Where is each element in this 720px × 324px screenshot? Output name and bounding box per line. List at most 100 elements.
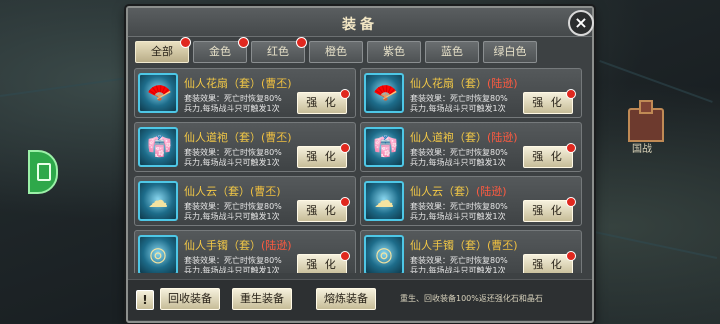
notification-dot — [340, 89, 350, 99]
item-description: 套装效果：死亡时恢复80% 兵力,每场战斗只可触发1次 — [184, 94, 294, 114]
equipment-card[interactable]: ☁ 仙人云（套）(陆逊) 套装效果：死亡时恢复80% 兵力,每场战斗只可触发1次强 化 — [360, 176, 582, 226]
equipment-card[interactable]: 👘 仙人道袍（套）(曹丕) 套装效果：死亡时恢复80% 兵力,每场战斗只可触发1次强 … — [134, 122, 356, 172]
notification-dot — [340, 143, 350, 153]
upgrade-button[interactable]: 强 化 — [297, 143, 350, 168]
desc-line: 兵力,每场战斗只可触发1次 — [184, 104, 280, 113]
notification-dot — [238, 37, 249, 48]
upgrade-button[interactable]: 强 化 — [523, 143, 576, 168]
item-owner: (曹丕) — [487, 239, 518, 252]
upgrade-button-label: 强 化 — [532, 150, 564, 163]
tab-label: 红色 — [267, 45, 289, 58]
item-name-text: 仙人花扇（套） — [410, 77, 487, 90]
item-glyph: 🪭 — [147, 80, 172, 104]
item-owner: (曹丕) — [250, 185, 281, 198]
notification-dot — [566, 197, 576, 207]
item-name: 仙人花扇（套）(曹丕) — [184, 75, 292, 91]
desc-line: 兵力,每场战斗只可触发1次 — [184, 158, 280, 167]
fan-icon[interactable]: 🪭 — [364, 73, 404, 113]
item-description: 套装效果：死亡时恢复80% 兵力,每场战斗只可触发1次 — [184, 256, 294, 273]
desc-line: 套装效果：死亡时恢复80% — [410, 202, 508, 211]
equipment-card[interactable]: ☁ 仙人云（套）(曹丕) 套装效果：死亡时恢复80% 兵力,每场战斗只可触发1次强 化 — [134, 176, 356, 226]
equipment-card[interactable]: 🪭 仙人花扇（套）(陆逊) 套装效果：死亡时恢复80% 兵力,每场战斗只可触发1次强 … — [360, 68, 582, 118]
notification-dot — [180, 37, 191, 48]
recycle-equipment-button[interactable]: 回收装备 — [160, 288, 220, 310]
tab-1[interactable]: 金色 — [193, 37, 249, 63]
desc-line: 套装效果：死亡时恢复80% — [410, 256, 508, 265]
upgrade-button[interactable]: 强 化 — [523, 251, 576, 273]
fan-icon[interactable]: 🪭 — [138, 73, 178, 113]
upgrade-button[interactable]: 强 化 — [297, 251, 350, 273]
info-button[interactable]: ! — [136, 290, 154, 310]
item-name: 仙人云（套）(陆逊) — [410, 183, 507, 199]
upgrade-button-label: 强 化 — [532, 204, 564, 217]
upgrade-button[interactable]: 强 化 — [297, 89, 350, 114]
bracelet-icon[interactable]: ◎ — [138, 235, 178, 273]
item-glyph: ☁ — [374, 188, 394, 212]
notification-dot — [296, 37, 307, 48]
bracelet-icon[interactable]: ◎ — [364, 235, 404, 273]
item-description: 套装效果：死亡时恢复80% 兵力,每场战斗只可触发1次 — [410, 148, 520, 168]
item-name: 仙人云（套）(曹丕) — [184, 183, 281, 199]
upgrade-button[interactable]: 强 化 — [297, 197, 350, 222]
bottom-action-bar: ! 回收装备 重生装备 熔炼装备 重生、回收装备100%返还强化石和晶石 — [128, 279, 592, 320]
item-description: 套装效果：死亡时恢复80% 兵力,每场战斗只可触发1次 — [410, 94, 520, 114]
item-description: 套装效果：死亡时恢复80% 兵力,每场战斗只可触发1次 — [184, 202, 294, 222]
equipment-panel: 装备 全部 金色 红色 橙色 紫色 蓝色 绿白色 🪭 仙人花扇（套）(曹丕) 套装效果：死亡时恢… — [126, 6, 594, 323]
equipment-card[interactable]: ◎ 仙人手镯（套）(陆逊) 套装效果：死亡时恢复80% 兵力,每场战斗只可触发1次强 … — [134, 230, 356, 273]
item-owner: (陆逊) — [487, 77, 518, 90]
notification-dot — [340, 197, 350, 207]
item-owner: (曹丕) — [261, 77, 292, 90]
notification-dot — [340, 251, 350, 261]
item-glyph: ☁ — [148, 188, 168, 212]
tab-4[interactable]: 紫色 — [367, 41, 421, 63]
cloud-icon[interactable]: ☁ — [138, 181, 178, 221]
notification-dot — [566, 89, 576, 99]
tab-6[interactable]: 绿白色 — [483, 41, 537, 63]
panel-title: 装备 — [342, 17, 378, 33]
equipment-card[interactable]: 👘 仙人道袍（套）(陆逊) 套装效果：死亡时恢复80% 兵力,每场战斗只可触发1次强 … — [360, 122, 582, 172]
robe-icon[interactable]: 👘 — [364, 127, 404, 167]
item-glyph: ◎ — [149, 242, 167, 266]
smelt-equipment-button[interactable]: 熔炼装备 — [316, 288, 376, 310]
upgrade-button[interactable]: 强 化 — [523, 89, 576, 114]
item-name-text: 仙人道袍（套） — [410, 131, 487, 144]
item-name-text: 仙人手镯（套） — [184, 239, 261, 252]
close-button[interactable]: × — [568, 10, 594, 36]
notification-dot — [566, 251, 576, 261]
item-glyph: 👘 — [147, 134, 172, 158]
tab-5[interactable]: 蓝色 — [425, 41, 479, 63]
notification-dot — [566, 143, 576, 153]
desc-line: 兵力,每场战斗只可触发1次 — [410, 158, 506, 167]
quality-tabs: 全部 金色 红色 橙色 紫色 蓝色 绿白色 — [135, 37, 537, 63]
item-glyph: 🪭 — [373, 80, 398, 104]
hint-text: 重生、回收装备100%返还强化石和晶石 — [400, 294, 543, 303]
equipment-card[interactable]: ◎ 仙人手镯（套）(曹丕) 套装效果：死亡时恢复80% 兵力,每场战斗只可触发1次强 … — [360, 230, 582, 273]
upgrade-button-label: 强 化 — [532, 258, 564, 271]
tab-label: 紫色 — [383, 45, 405, 58]
rebirth-equipment-button[interactable]: 重生装备 — [232, 288, 292, 310]
item-glyph: 👘 — [373, 134, 398, 158]
item-description: 套装效果：死亡时恢复80% 兵力,每场战斗只可触发1次 — [410, 202, 520, 222]
cloud-icon[interactable]: ☁ — [364, 181, 404, 221]
national-war-city-icon[interactable] — [628, 100, 664, 142]
tab-3[interactable]: 橙色 — [309, 41, 363, 63]
tab-label: 金色 — [209, 45, 231, 58]
robe-icon[interactable]: 👘 — [138, 127, 178, 167]
item-name: 仙人花扇（套）(陆逊) — [410, 75, 518, 91]
item-name-text: 仙人云（套） — [184, 185, 250, 198]
item-description: 套装效果：死亡时恢复80% 兵力,每场战斗只可触发1次 — [184, 148, 294, 168]
tab-0[interactable]: 全部 — [135, 37, 191, 63]
item-description: 套装效果：死亡时恢复80% 兵力,每场战斗只可触发1次 — [410, 256, 520, 273]
tab-2[interactable]: 红色 — [251, 37, 307, 63]
item-name: 仙人手镯（套）(曹丕) — [410, 237, 518, 253]
item-name-text: 仙人道袍（套） — [184, 131, 261, 144]
upgrade-button[interactable]: 强 化 — [523, 197, 576, 222]
item-owner: (曹丕) — [261, 131, 292, 144]
desc-line: 兵力,每场战斗只可触发1次 — [410, 212, 506, 221]
upgrade-button-label: 强 化 — [306, 96, 338, 109]
upgrade-button-label: 强 化 — [306, 204, 338, 217]
title-bar: 装备 — [128, 8, 592, 37]
item-owner: (陆逊) — [487, 131, 518, 144]
equipment-card[interactable]: 🪭 仙人花扇（套）(曹丕) 套装效果：死亡时恢复80% 兵力,每场战斗只可触发1次强 … — [134, 68, 356, 118]
desc-line: 兵力,每场战斗只可触发1次 — [410, 104, 506, 113]
